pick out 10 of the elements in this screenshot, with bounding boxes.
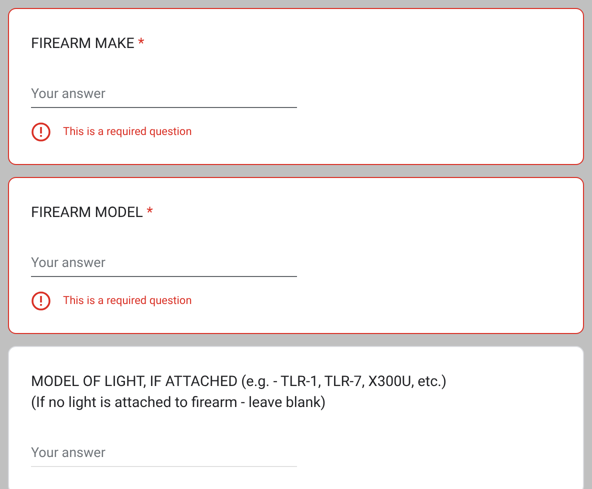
error-message: This is a required question [63, 292, 192, 309]
error-icon [31, 122, 51, 142]
error-message: This is a required question [63, 124, 192, 140]
answer-field[interactable]: Your answer [31, 249, 297, 277]
question-subtitle: (If no light is attached to firearm - leave blank) [31, 393, 327, 413]
question-title: MODEL OF LIGHT, IF ATTACHED (e.g. - TLR-1, TLR-7, X300U, etc.) [31, 372, 448, 392]
question-title: FIREARM MAKE * [31, 34, 146, 54]
error-icon [31, 291, 51, 311]
answer-field[interactable]: Your answer [31, 80, 297, 108]
question-title: FIREARM MODEL * [31, 203, 154, 223]
